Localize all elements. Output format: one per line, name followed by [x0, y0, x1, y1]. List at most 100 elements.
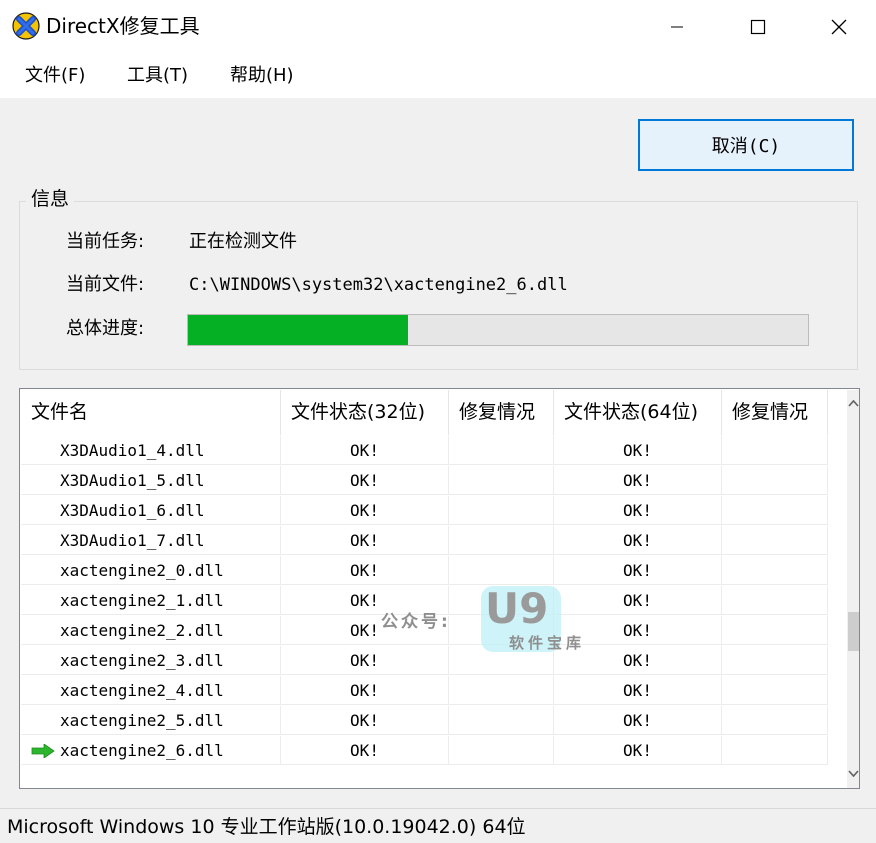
cell-repair64 [722, 436, 828, 465]
close-button[interactable] [810, 0, 868, 54]
cell-repair32 [449, 676, 554, 705]
cell-name: X3DAudio1_7.dll [21, 526, 281, 555]
cell-name: xactengine2_1.dll [21, 586, 281, 615]
cell-repair32 [449, 526, 554, 555]
cell-status64: OK! [554, 646, 722, 675]
table-row[interactable]: X3DAudio1_5.dll OK! OK! [21, 466, 828, 496]
cell-status64: OK! [554, 676, 722, 705]
cell-status64: OK! [554, 736, 722, 765]
close-icon [831, 19, 847, 35]
menu-help[interactable]: 帮助(H) [230, 65, 294, 87]
maximize-button[interactable] [729, 0, 787, 54]
cell-name: xactengine2_5.dll [21, 706, 281, 735]
cell-repair32 [449, 556, 554, 585]
table-row[interactable]: X3DAudio1_7.dll OK! OK! [21, 526, 828, 556]
table-row[interactable]: xactengine2_5.dll OK! OK! [21, 706, 828, 736]
vertical-scrollbar[interactable] [847, 390, 859, 788]
table-row[interactable]: xactengine2_4.dll OK! OK! [21, 676, 828, 706]
cell-status64: OK! [554, 586, 722, 615]
table-row[interactable]: X3DAudio1_4.dll OK! OK! [21, 436, 828, 466]
file-list[interactable]: 文件名 文件状态(32位) 修复情况 文件状态(64位) 修复情况 X3DAud… [19, 388, 860, 789]
cell-repair64 [722, 526, 828, 555]
cell-name: xactengine2_6.dll [21, 736, 281, 765]
cell-repair32 [449, 706, 554, 735]
cell-status64: OK! [554, 496, 722, 525]
scroll-up-button[interactable] [847, 390, 859, 416]
cell-repair32 [449, 736, 554, 765]
cell-status32: OK! [281, 556, 449, 585]
cell-status64: OK! [554, 436, 722, 465]
minimize-icon [671, 26, 683, 28]
current-file-value: C:\WINDOWS\system32\xactengine2_6.dll [189, 275, 568, 295]
cell-status64: OK! [554, 466, 722, 495]
cell-repair64 [722, 466, 828, 495]
info-group-title: 信息 [26, 187, 75, 211]
column-header-repair64[interactable]: 修复情况 [722, 390, 828, 435]
status-bar: Microsoft Windows 10 专业工作站版(10.0.19042.0… [0, 808, 876, 843]
cell-status32: OK! [281, 646, 449, 675]
cell-name: X3DAudio1_5.dll [21, 466, 281, 495]
progress-fill [188, 315, 409, 345]
cell-status32: OK! [281, 496, 449, 525]
current-task-label: 当前任务: [66, 231, 145, 252]
cell-name: xactengine2_4.dll [21, 676, 281, 705]
cell-name: xactengine2_0.dll [21, 556, 281, 585]
cell-name: xactengine2_3.dll [21, 646, 281, 675]
cell-status32: OK! [281, 676, 449, 705]
current-task-value: 正在检测文件 [189, 231, 297, 252]
cancel-button[interactable]: 取消(C) [638, 119, 854, 171]
cell-repair64 [722, 616, 828, 645]
chevron-down-icon [848, 770, 859, 778]
column-header-status64[interactable]: 文件状态(64位) [554, 390, 722, 435]
table-row[interactable]: xactengine2_0.dll OK! OK! [21, 556, 828, 586]
column-header-filename[interactable]: 文件名 [21, 390, 281, 435]
cell-status32: OK! [281, 736, 449, 765]
green-right-arrow-icon [31, 744, 55, 758]
cell-status32: OK! [281, 616, 449, 645]
menu-file[interactable]: 文件(F) [25, 65, 85, 87]
cell-repair32 [449, 586, 554, 615]
cell-status64: OK! [554, 556, 722, 585]
chevron-up-icon [848, 399, 859, 407]
table-row[interactable]: X3DAudio1_6.dll OK! OK! [21, 496, 828, 526]
cell-name: xactengine2_2.dll [21, 616, 281, 645]
cell-repair64 [722, 736, 828, 765]
os-version-text: Microsoft Windows 10 专业工作站版(10.0.19042.0… [7, 816, 526, 838]
current-file-label: 当前文件: [66, 274, 145, 295]
cell-status32: OK! [281, 706, 449, 735]
window-title: DirectX修复工具 [46, 14, 200, 38]
menu-bar: 文件(F) 工具(T) 帮助(H) [0, 54, 876, 98]
table-row[interactable]: xactengine2_6.dll OK! OK! [21, 736, 828, 766]
title-bar: DirectX修复工具 [0, 0, 876, 54]
cell-status32: OK! [281, 436, 449, 465]
cell-repair64 [722, 496, 828, 525]
table-row[interactable]: xactengine2_1.dll OK! OK! [21, 586, 828, 616]
cell-repair32 [449, 646, 554, 675]
cell-repair32 [449, 616, 554, 645]
column-header-repair32[interactable]: 修复情况 [449, 390, 554, 435]
cell-status64: OK! [554, 616, 722, 645]
cell-repair32 [449, 496, 554, 525]
cell-repair64 [722, 706, 828, 735]
cell-repair64 [722, 676, 828, 705]
cell-status32: OK! [281, 466, 449, 495]
table-row[interactable]: xactengine2_2.dll OK! OK! [21, 616, 828, 646]
cell-status32: OK! [281, 526, 449, 555]
cell-repair64 [722, 586, 828, 615]
cell-repair64 [722, 556, 828, 585]
maximize-icon [750, 19, 766, 35]
directx-x-icon [12, 12, 40, 40]
overall-progress-label: 总体进度: [66, 318, 145, 339]
menu-tools[interactable]: 工具(T) [127, 65, 188, 87]
scroll-thumb[interactable] [848, 612, 859, 651]
scroll-down-button[interactable] [847, 761, 859, 787]
cell-repair32 [449, 436, 554, 465]
column-header-status32[interactable]: 文件状态(32位) [281, 390, 449, 435]
cell-status64: OK! [554, 526, 722, 555]
cell-repair64 [722, 646, 828, 675]
minimize-button[interactable] [648, 0, 706, 54]
table-row[interactable]: xactengine2_3.dll OK! OK! [21, 646, 828, 676]
cell-repair32 [449, 466, 554, 495]
cell-name: X3DAudio1_6.dll [21, 496, 281, 525]
cell-status64: OK! [554, 706, 722, 735]
